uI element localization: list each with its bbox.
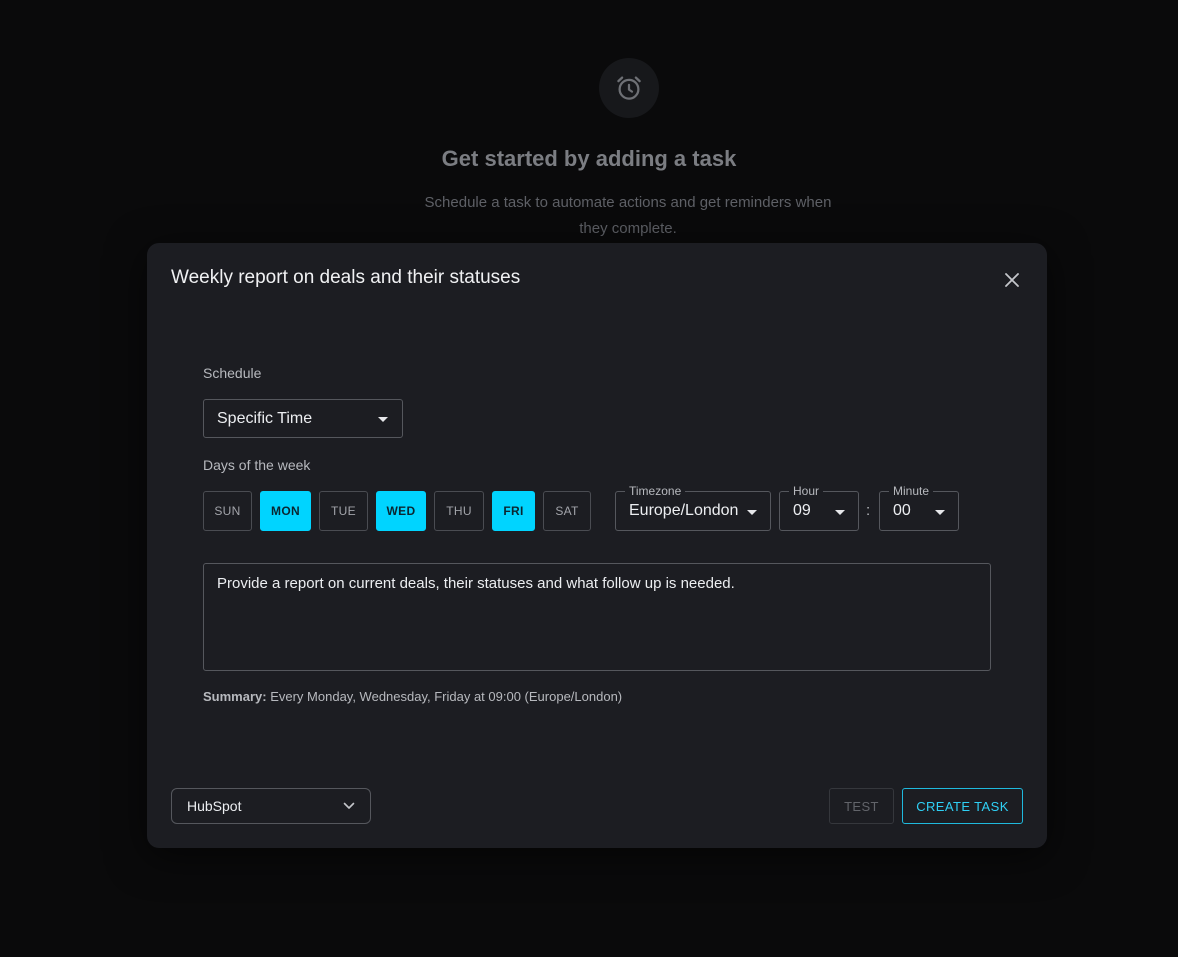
days-label: Days of the week <box>203 457 311 473</box>
close-icon <box>1005 273 1019 287</box>
task-modal: Weekly report on deals and their statuse… <box>147 243 1047 848</box>
day-thu-button[interactable]: THU <box>434 491 484 531</box>
hour-label: Hour <box>789 484 824 498</box>
create-task-button[interactable]: CREATE TASK <box>902 788 1023 824</box>
caret-down-icon <box>747 510 757 515</box>
timezone-value: Europe/London <box>629 502 739 519</box>
empty-state-description: Schedule a task to automate actions and … <box>424 194 832 237</box>
day-fri-button[interactable]: FRI <box>492 491 535 531</box>
time-separator: : <box>866 502 871 519</box>
minute-select[interactable]: Minute 00 <box>879 484 959 531</box>
empty-state-title: Get started by adding a task <box>441 146 737 171</box>
modal-title: Weekly report on deals and their statuse… <box>171 267 521 288</box>
day-mon-button[interactable]: MON <box>260 491 311 531</box>
hour-value: 09 <box>793 502 811 519</box>
day-sun-button[interactable]: SUN <box>203 491 252 531</box>
task-prompt-input[interactable]: Provide a report on current deals, their… <box>203 563 991 671</box>
integration-value: HubSpot <box>187 798 242 814</box>
day-tue-button[interactable]: TUE <box>319 491 368 531</box>
hour-select[interactable]: Hour 09 <box>779 484 859 531</box>
minute-value: 00 <box>893 502 911 519</box>
day-wed-button[interactable]: WED <box>376 491 426 531</box>
caret-down-icon <box>835 510 845 515</box>
minute-label: Minute <box>889 484 934 498</box>
caret-down-icon <box>378 417 388 422</box>
schedule-select[interactable]: Specific Time <box>203 399 403 438</box>
schedule-value: Specific Time <box>217 409 313 427</box>
test-button[interactable]: TEST <box>829 788 894 824</box>
schedule-summary: Summary: Every Monday, Wednesday, Friday… <box>203 689 622 704</box>
timezone-label: Timezone <box>625 484 686 498</box>
timezone-select[interactable]: Timezone Europe/London <box>615 484 771 531</box>
close-button[interactable] <box>1001 269 1023 291</box>
schedule-label: Schedule <box>203 365 262 381</box>
alarm-clock-icon <box>599 58 659 118</box>
integration-select[interactable]: HubSpot <box>171 788 371 824</box>
summary-label: Summary: <box>203 689 267 704</box>
summary-text: Every Monday, Wednesday, Friday at 09:00… <box>270 689 623 704</box>
day-sat-button[interactable]: SAT <box>543 491 591 531</box>
caret-down-icon <box>935 510 945 515</box>
chevron-down-icon <box>343 802 355 809</box>
